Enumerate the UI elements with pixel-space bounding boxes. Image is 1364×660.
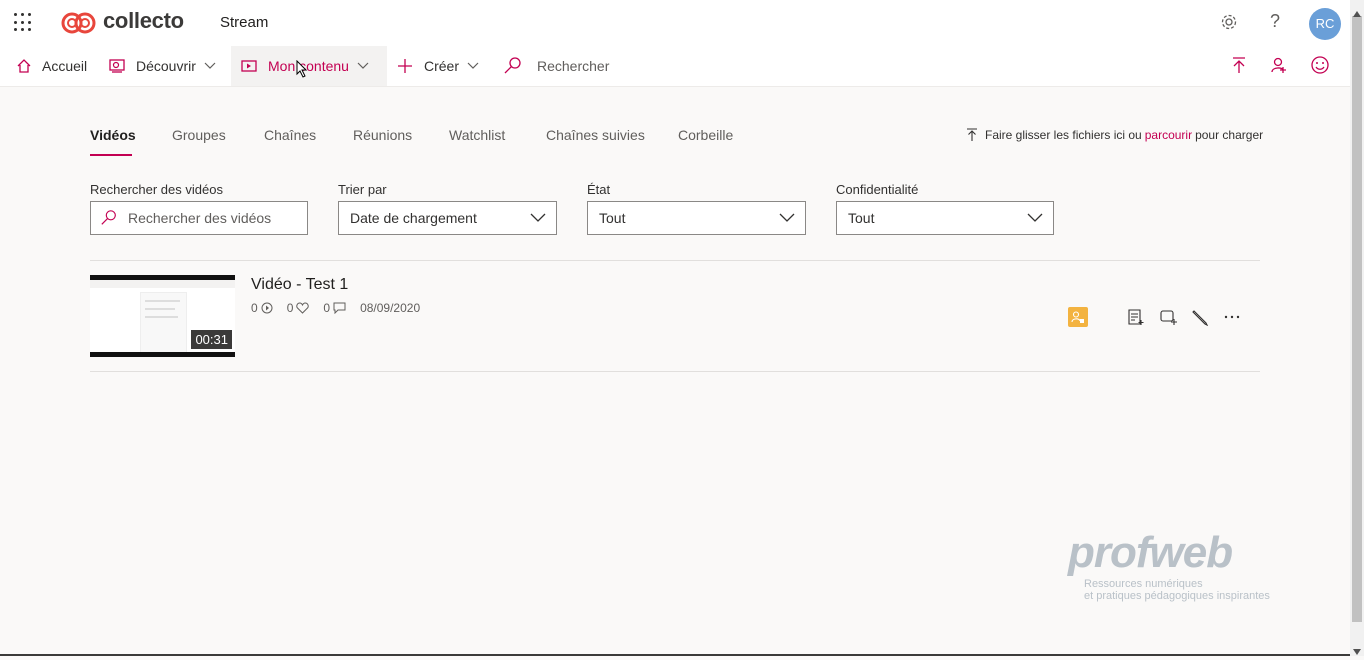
search-videos-input[interactable]: Rechercher des vidéos <box>90 201 308 235</box>
comment-icon <box>333 302 346 314</box>
active-tab-indicator <box>90 154 132 156</box>
search-videos-label: Rechercher des vidéos <box>90 182 223 197</box>
scroll-up-icon[interactable] <box>1353 4 1361 22</box>
chevron-down-icon <box>204 62 216 69</box>
upload-icon[interactable] <box>1230 56 1248 79</box>
thumb-line <box>145 316 178 318</box>
watermark-line-1: Ressources numériques <box>1084 578 1203 590</box>
views-count: 0 <box>251 301 273 315</box>
search-videos-placeholder: Rechercher des vidéos <box>128 210 272 226</box>
add-to-group-icon[interactable] <box>1159 308 1177 331</box>
search-icon <box>101 210 116 225</box>
likes-count: 0 <box>287 301 310 315</box>
video-duration: 00:31 <box>191 330 232 349</box>
gear-icon[interactable] <box>1220 13 1238 36</box>
state-dropdown[interactable]: Tout <box>587 201 806 235</box>
scrollbar-thumb[interactable] <box>1352 16 1362 622</box>
views-value: 0 <box>251 301 258 315</box>
tab-recycle-bin[interactable]: Corbeille <box>678 127 733 143</box>
mouse-cursor-icon <box>296 59 308 83</box>
tab-groups[interactable]: Groupes <box>172 127 226 143</box>
list-divider-bottom <box>90 371 1260 372</box>
brand-logo-icon <box>60 10 98 41</box>
nav-create-label: Créer <box>424 58 460 74</box>
nav-bar: Accueil Découvrir Mon contenu Créer Rech… <box>0 46 1350 87</box>
list-divider-top <box>90 260 1260 261</box>
app-launcher-icon[interactable] <box>14 13 34 33</box>
avatar[interactable]: RC <box>1309 8 1341 40</box>
privacy-label: Confidentialité <box>836 182 919 197</box>
nav-discover-label: Découvrir <box>136 58 196 74</box>
status-badge[interactable] <box>1068 307 1088 327</box>
nav-my-content[interactable]: Mon contenu <box>231 46 387 86</box>
watermark-logo: profweb <box>1068 528 1233 577</box>
home-icon <box>17 59 31 73</box>
privacy-value: Tout <box>848 210 875 226</box>
plus-icon <box>398 59 412 73</box>
nav-discover[interactable]: Découvrir <box>108 46 216 86</box>
more-options-icon[interactable] <box>1223 308 1241 331</box>
tab-channels[interactable]: Chaînes <box>264 127 316 143</box>
sort-dropdown[interactable]: Date de chargement <box>338 201 557 235</box>
upload-hint-text: Faire glisser les fichiers ici ou <box>985 128 1142 142</box>
chevron-down-icon <box>530 213 546 222</box>
video-icon <box>241 60 257 72</box>
watermark: profweb Ressources numériques et pratiqu… <box>1068 528 1270 602</box>
sort-value: Date de chargement <box>350 210 477 226</box>
upload-hint-suffix: pour charger <box>1195 128 1264 142</box>
nav-my-content-label: Mon contenu <box>268 58 349 74</box>
comments-count: 0 <box>323 301 346 315</box>
tab-watchlist[interactable]: Watchlist <box>449 127 505 143</box>
video-title[interactable]: Vidéo - Test 1 <box>251 276 348 294</box>
help-icon[interactable]: ? <box>1270 11 1280 32</box>
nav-search-label: Rechercher <box>537 58 610 74</box>
chevron-down-icon <box>1027 213 1043 222</box>
state-value: Tout <box>599 210 626 226</box>
person-lock-icon <box>1071 311 1084 323</box>
video-thumbnail[interactable]: 00:31 <box>90 275 235 357</box>
app-name[interactable]: Stream <box>220 14 268 31</box>
search-icon <box>504 57 521 74</box>
sort-label: Trier par <box>338 182 387 197</box>
nav-home[interactable]: Accueil <box>16 46 87 86</box>
tab-meetings[interactable]: Réunions <box>353 127 412 143</box>
upload-icon <box>967 128 977 141</box>
privacy-dropdown[interactable]: Tout <box>836 201 1054 235</box>
browse-link[interactable]: parcourir <box>1145 128 1192 142</box>
play-icon <box>261 302 273 314</box>
state-label: État <box>587 182 611 197</box>
top-bar: collecto Stream ? RC <box>0 0 1350 46</box>
nav-create[interactable]: Créer <box>396 46 479 86</box>
heart-icon <box>296 302 310 314</box>
chevron-down-icon <box>779 213 795 222</box>
video-meta: 0 0 0 08/09/2020 <box>251 301 420 315</box>
tab-followed-channels[interactable]: Chaînes suivies <box>546 127 645 143</box>
upload-drop-hint: Faire glisser les fichiers ici ou parcou… <box>966 128 1263 142</box>
nav-search[interactable]: Rechercher <box>503 46 609 86</box>
tab-videos[interactable]: Vidéos <box>90 127 136 143</box>
thumb-line <box>145 300 180 302</box>
watermark-tagline: Ressources numériques et pratiques pédag… <box>1084 578 1304 602</box>
edit-pencil-icon[interactable] <box>1191 308 1209 331</box>
thumb-toolbar <box>90 280 235 288</box>
add-to-list-icon[interactable] <box>1127 308 1145 331</box>
chevron-down-icon <box>467 62 479 69</box>
feedback-smiley-icon[interactable] <box>1310 55 1330 80</box>
brand-name[interactable]: collecto <box>103 8 184 34</box>
video-date: 08/09/2020 <box>360 301 421 315</box>
chevron-down-icon <box>357 62 369 69</box>
add-person-icon[interactable] <box>1270 56 1288 79</box>
nav-home-label: Accueil <box>42 58 88 74</box>
comments-value: 0 <box>323 301 331 315</box>
scroll-down-icon[interactable] <box>1353 642 1361 660</box>
discover-icon <box>109 59 125 73</box>
watermark-line-2: et pratiques pédagogiques inspirantes <box>1084 590 1270 602</box>
likes-value: 0 <box>286 301 294 315</box>
thumb-line <box>145 308 175 310</box>
